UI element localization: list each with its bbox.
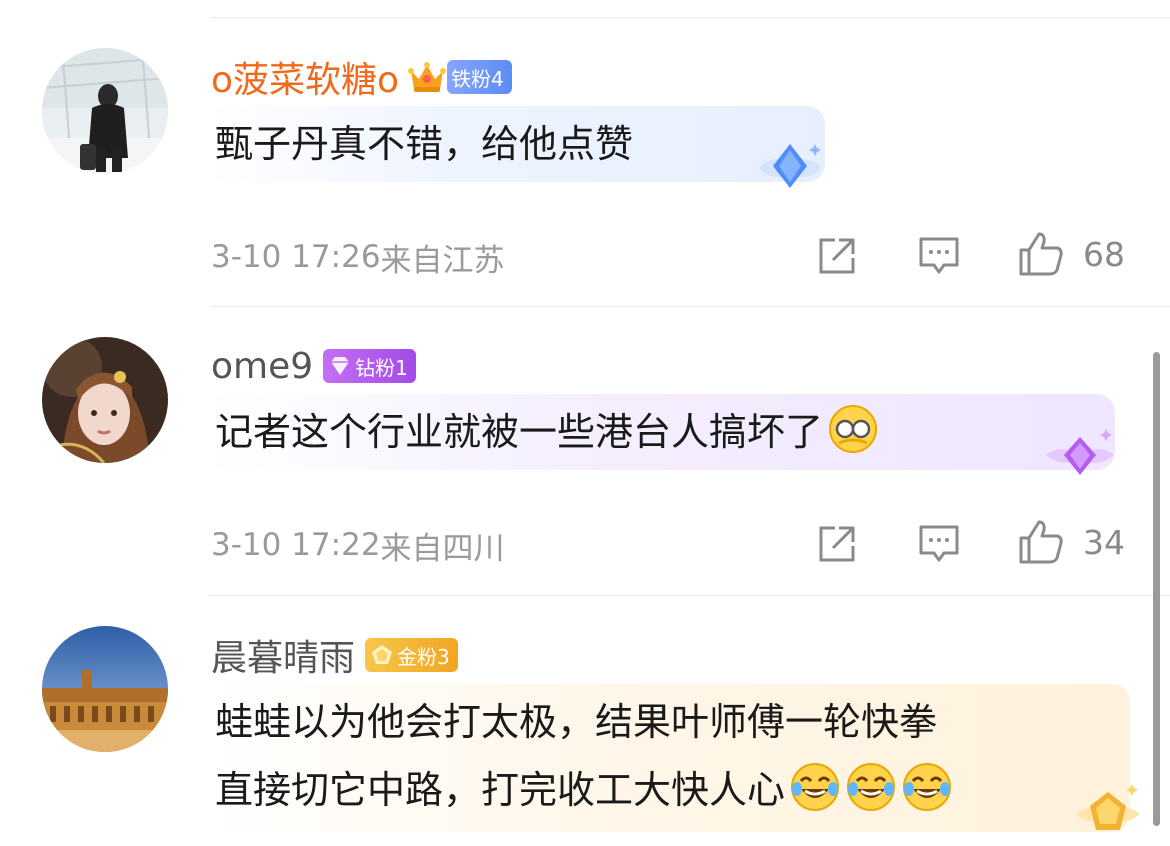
comment-button[interactable] <box>918 236 960 276</box>
comment-text-line: 记者这个行业就被一些港台人搞坏了 <box>215 410 824 454</box>
like-count: 68 <box>1083 234 1125 274</box>
gold-gem-decoration-icon <box>1076 784 1140 830</box>
share-icon <box>819 526 855 562</box>
diamond-decoration-icon <box>1046 429 1114 475</box>
username[interactable]: o菠菜软糖o <box>211 51 399 103</box>
thumbs-up-icon <box>1019 232 1063 276</box>
share-button[interactable] <box>817 236 859 276</box>
comment-header: o菠菜软糖o 铁粉4 <box>211 49 512 105</box>
comment-text-line-with-emoji: 直接切它中路，打完收工大快人心 <box>215 756 1120 824</box>
thumbs-up-icon <box>1019 520 1063 564</box>
fan-badge-label: 金粉3 <box>397 644 450 669</box>
gold-gem-icon <box>372 645 393 664</box>
username[interactable]: ome9 <box>211 346 313 387</box>
comment-header: 晨暮晴雨 金粉3 <box>211 627 458 683</box>
avatar[interactable] <box>42 48 168 174</box>
comment-text-line: 直接切它中路，打完收工大快人心 <box>215 768 786 812</box>
facepalm-emoji-icon <box>829 405 878 453</box>
location: 来自江苏 <box>380 242 505 279</box>
divider <box>210 306 1170 307</box>
comment-list: o菠菜软糖o 铁粉4 甄子丹真不错，给他点赞 3-10 17:26 来自江苏 6… <box>0 0 1170 846</box>
diamond-decoration-icon <box>760 144 821 188</box>
laugh-cry-emoji-icon <box>791 763 840 811</box>
comment-text: 蛙蛙以为他会打太极，结果叶师傅一轮快拳 直接切它中路，打完收工大快人心 <box>215 684 1120 824</box>
comment-header: ome9 钻粉1 <box>211 338 416 394</box>
crown-icon <box>408 62 447 92</box>
fan-badge-label: 铁粉4 <box>451 66 504 91</box>
comment-bubble: 蛙蛙以为他会打太极，结果叶师傅一轮快拳 直接切它中路，打完收工大快人心 <box>205 684 1130 832</box>
comment-icon <box>919 237 959 274</box>
location: 来自四川 <box>380 530 505 567</box>
timestamp: 3-10 17:22 <box>211 527 381 563</box>
avatar[interactable] <box>42 626 168 752</box>
scrollbar[interactable] <box>1153 352 1160 826</box>
comment-text: 记者这个行业就被一些港台人搞坏了 <box>215 394 1105 466</box>
comment-button[interactable] <box>918 524 960 564</box>
username[interactable]: 晨暮晴雨 <box>211 629 355 681</box>
fan-badge[interactable]: 铁粉4 <box>447 60 512 94</box>
share-button[interactable] <box>817 524 859 564</box>
divider <box>210 17 1170 18</box>
comment-text-line: 蛙蛙以为他会打太极，结果叶师傅一轮快拳 <box>215 700 938 744</box>
comment-bubble: 甄子丹真不错，给他点赞 <box>205 106 825 182</box>
divider <box>210 595 1170 596</box>
avatar[interactable] <box>42 337 168 463</box>
comment-bubble: 记者这个行业就被一些港台人搞坏了 <box>205 394 1115 470</box>
like-button[interactable]: 34 <box>1017 518 1125 566</box>
timestamp: 3-10 17:26 <box>211 239 381 275</box>
like-count: 34 <box>1083 522 1125 562</box>
share-icon <box>819 238 855 274</box>
fan-badge[interactable]: 金粉3 <box>365 638 458 672</box>
laugh-cry-emoji-icon <box>903 763 952 811</box>
comment-icon <box>919 525 959 562</box>
laugh-cry-emoji-icon <box>847 763 896 811</box>
fan-badge-label: 钻粉1 <box>355 355 408 380</box>
diamond-icon <box>331 357 350 375</box>
fan-badge[interactable]: 钻粉1 <box>323 349 416 383</box>
comment-text: 甄子丹真不错，给他点赞 <box>215 122 634 166</box>
like-button[interactable]: 68 <box>1017 230 1125 278</box>
